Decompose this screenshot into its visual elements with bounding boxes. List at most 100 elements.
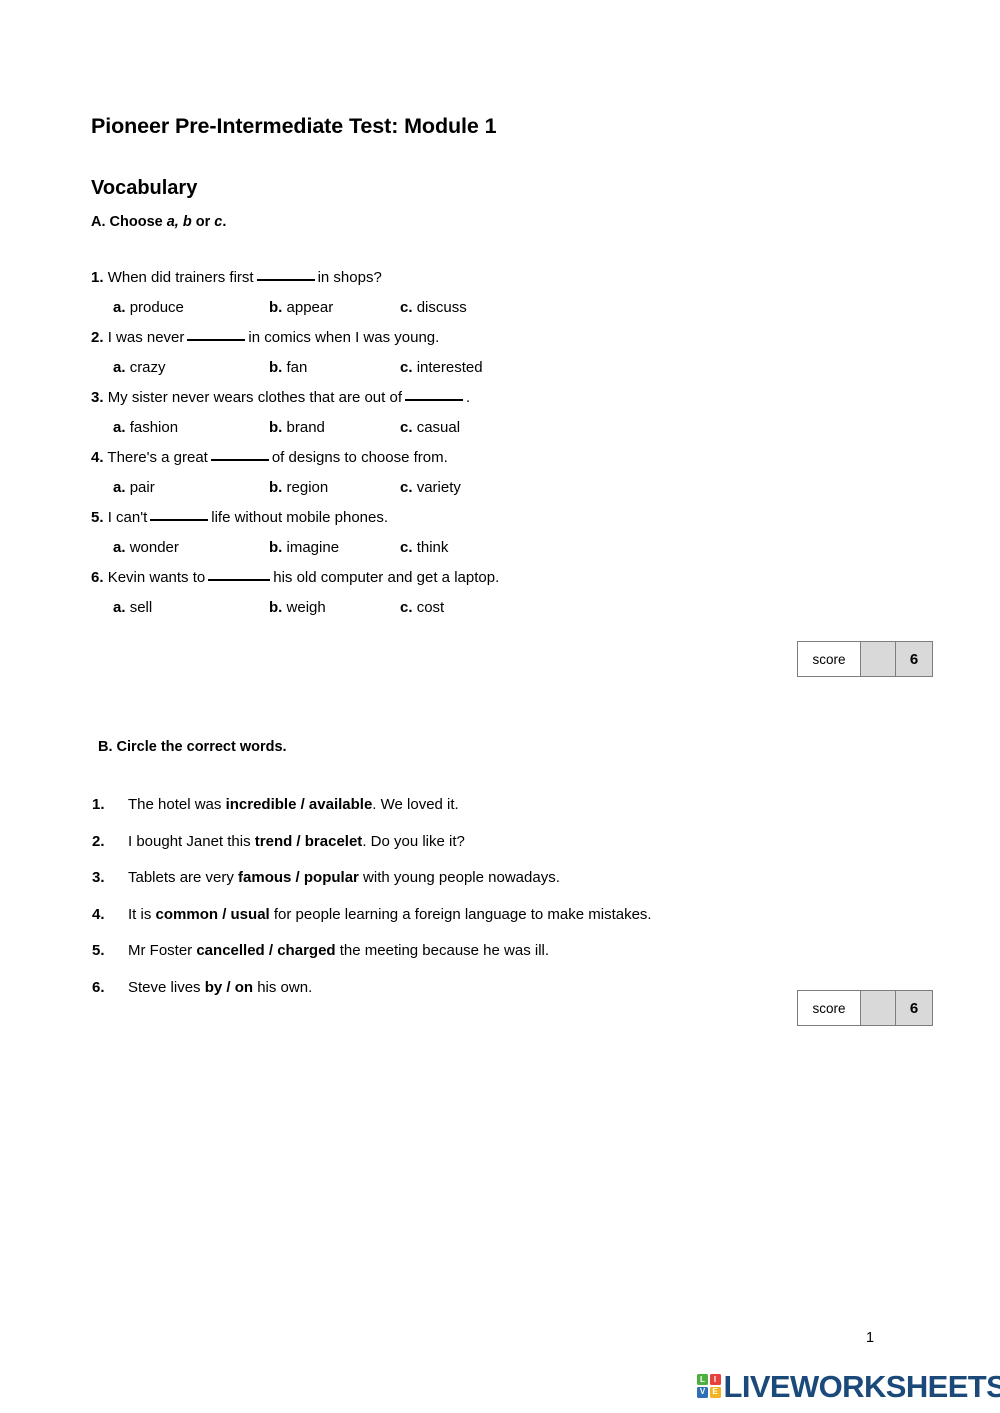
option-text: brand	[286, 419, 325, 436]
option-b[interactable]: b. fan	[269, 353, 307, 383]
question-text-before: My sister never wears clothes that are o…	[107, 389, 402, 406]
option-letter: b.	[269, 419, 283, 436]
option-text: pair	[129, 479, 155, 496]
option-text: wonder	[129, 539, 179, 556]
question-text-before: I was never	[107, 329, 185, 346]
question-text: Mr Foster cancelled / charged the meetin…	[128, 938, 549, 964]
option-text: interested	[416, 359, 483, 376]
option-letter: b.	[269, 539, 283, 556]
option-text: discuss	[416, 299, 467, 316]
question-stem: 4. There's a great of designs to choose f…	[91, 443, 791, 473]
question-item: 4. It is common / usual for people learn…	[91, 902, 921, 939]
question-number: 6.	[92, 978, 105, 996]
question-number: 1.	[91, 269, 104, 286]
option-text: appear	[286, 299, 334, 316]
question-text-before: The hotel was	[128, 796, 226, 813]
question-text-before: Tablets are very	[128, 869, 239, 886]
answer-blank[interactable]	[210, 449, 269, 461]
question-item: 6. Kevin wants to his old computer and ge…	[91, 563, 791, 623]
question-stem: 5. I can't life without mobile phones.	[91, 503, 791, 533]
word-choice-pair[interactable]: trend / bracelet	[255, 833, 363, 850]
question-number: 3.	[91, 389, 104, 406]
answer-blank[interactable]	[150, 509, 209, 521]
exercise-a-heading-prefix: A. Choose	[91, 214, 167, 230]
option-c[interactable]: c. cost	[400, 593, 444, 623]
question-options: a. fashion b. brand c. casual	[91, 413, 791, 443]
question-text-after: the meeting because he was ill.	[335, 942, 550, 959]
question-stem: 6. Kevin wants to his old computer and ge…	[91, 563, 791, 593]
logo-tiles: L I V E	[697, 1374, 721, 1398]
option-a[interactable]: a. wonder	[113, 533, 179, 563]
exercise-a-heading-italic-1: a, b	[166, 214, 192, 230]
question-text-before: Kevin wants to	[107, 569, 206, 586]
option-b[interactable]: b. appear	[269, 293, 333, 323]
score-label: score	[798, 642, 860, 676]
score-input[interactable]	[860, 991, 896, 1025]
word-choice-pair[interactable]: cancelled / charged	[196, 942, 335, 959]
question-options: a. produce b. appear c. discuss	[91, 293, 791, 323]
option-c[interactable]: c. variety	[400, 473, 461, 503]
question-text-before: There's a great	[107, 449, 208, 466]
option-b[interactable]: b. weigh	[269, 593, 326, 623]
question-number: 5.	[92, 942, 105, 959]
option-text: sell	[129, 599, 153, 616]
word-choice-pair[interactable]: famous / popular	[238, 869, 359, 886]
page-number: 1	[866, 1330, 875, 1346]
question-text-after: for people learning a foreign language t…	[269, 905, 652, 923]
option-a[interactable]: a. crazy	[113, 353, 166, 383]
option-b[interactable]: b. imagine	[269, 533, 339, 563]
option-letter: b.	[269, 359, 283, 376]
answer-blank[interactable]	[404, 389, 463, 401]
answer-blank[interactable]	[208, 569, 271, 581]
option-letter: a.	[113, 299, 126, 316]
question-number: 2.	[91, 329, 104, 346]
option-a[interactable]: a. fashion	[113, 413, 178, 443]
answer-blank[interactable]	[256, 269, 315, 281]
logo-tile-v: V	[697, 1386, 708, 1398]
option-b[interactable]: b. region	[269, 473, 328, 503]
option-text: imagine	[286, 539, 340, 556]
logo-tile-e: E	[709, 1386, 721, 1398]
question-text-before: Mr Foster	[128, 942, 197, 959]
option-letter: b.	[269, 479, 283, 496]
score-box-exercise-b: score 6	[797, 990, 933, 1026]
question-text: The hotel was incredible / available. We…	[128, 792, 459, 818]
logo-tile-l: L	[697, 1374, 708, 1386]
question-text-before: I can't	[107, 509, 148, 526]
option-text: cost	[416, 599, 445, 616]
option-letter: b.	[269, 299, 283, 316]
answer-blank[interactable]	[187, 329, 246, 341]
option-c[interactable]: c. casual	[400, 413, 460, 443]
question-text-before: When did trainers first	[107, 269, 254, 286]
question-number: 5.	[91, 509, 104, 526]
question-text-before: I bought Janet this	[128, 832, 255, 850]
option-b[interactable]: b. brand	[269, 413, 325, 443]
question-number: 4.	[92, 905, 105, 923]
question-text-before: Steve lives	[128, 978, 205, 996]
option-letter: b.	[269, 599, 283, 616]
question-text: Steve lives by / on his own.	[128, 975, 312, 1001]
option-a[interactable]: a. sell	[113, 593, 152, 623]
question-stem: 1. When did trainers first in shops?	[91, 263, 791, 293]
liveworksheets-logo[interactable]: L I V E LIVEWORKSHEETS	[697, 1366, 1000, 1406]
score-input[interactable]	[860, 642, 896, 676]
question-text-after: . Do you like it?	[362, 832, 465, 850]
option-c[interactable]: c. discuss	[400, 293, 467, 323]
option-letter: c.	[400, 479, 413, 496]
question-item: 2. I was never in comics when I was young…	[91, 323, 791, 383]
question-text-after: . We loved it.	[372, 796, 459, 813]
option-c[interactable]: c. interested	[400, 353, 483, 383]
word-choice-pair[interactable]: by / on	[205, 979, 253, 996]
question-text-after: life without mobile phones.	[211, 509, 389, 526]
option-letter: a.	[113, 599, 126, 616]
question-options: a. sell b. weigh c. cost	[91, 593, 791, 623]
option-a[interactable]: a. produce	[113, 293, 184, 323]
word-choice-pair[interactable]: common / usual	[156, 906, 270, 923]
option-c[interactable]: c. think	[400, 533, 448, 563]
question-text-before: It is	[128, 905, 156, 923]
option-a[interactable]: a. pair	[113, 473, 155, 503]
question-item: 4. There's a great of designs to choose f…	[91, 443, 791, 503]
word-choice-pair[interactable]: incredible / available	[226, 796, 373, 813]
question-text-after: .	[465, 389, 471, 406]
logo-wordmark: LIVEWORKSHEETS	[723, 1368, 1000, 1404]
